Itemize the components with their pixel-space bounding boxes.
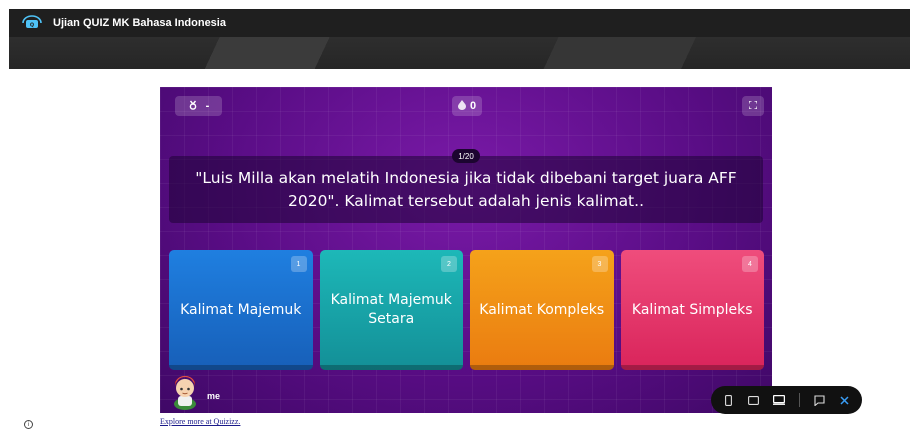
explore-quizizz-link[interactable]: Explore more at Quizizz.: [160, 417, 240, 426]
question-text: "Luis Milla akan melatih Indonesia jika …: [195, 168, 737, 210]
desktop-icon[interactable]: [773, 394, 786, 406]
answer-label: Kalimat Majemuk: [180, 301, 302, 318]
close-icon[interactable]: [839, 394, 850, 406]
info-icon[interactable]: i: [24, 420, 33, 429]
header-decoration: [9, 37, 910, 69]
answer-options: 1 Kalimat Majemuk 2 Kalimat Majemuk Seta…: [169, 250, 764, 370]
tablet-icon[interactable]: [748, 394, 759, 406]
powerups-button[interactable]: -: [175, 96, 222, 116]
answer-label: Kalimat Majemuk Setara: [330, 292, 452, 327]
fullscreen-button[interactable]: [742, 96, 764, 116]
question-box: "Luis Milla akan melatih Indonesia jika …: [169, 156, 763, 223]
player-avatar: [168, 374, 202, 410]
header-bar: Q Ujian QUIZ MK Bahasa Indonesia: [9, 9, 910, 37]
answer-option-4[interactable]: 4 Kalimat Simpleks: [620, 250, 764, 370]
fire-icon: [457, 99, 466, 113]
answer-label: Kalimat Simpleks: [631, 301, 753, 318]
fullscreen-icon: [748, 100, 758, 112]
powerup-icon: [188, 100, 198, 113]
streak-value: 0: [469, 100, 477, 112]
powerups-value: -: [205, 100, 210, 112]
streak-indicator: 0: [452, 96, 482, 116]
answer-label: Kalimat Kompleks: [479, 301, 605, 318]
toolbar-divider: [799, 393, 800, 407]
player-name: me: [207, 391, 221, 401]
feedback-icon[interactable]: [814, 394, 825, 406]
answer-number-badge: 1: [290, 256, 307, 272]
answer-number-badge: 4: [742, 256, 758, 272]
answer-number-badge: 2: [441, 256, 457, 272]
quiz-player: - 0 1/20 "Luis Milla akan melatih Indone…: [160, 87, 772, 413]
header-banner: Q Ujian QUIZ MK Bahasa Indonesia: [9, 9, 910, 69]
mobile-icon[interactable]: [723, 394, 734, 406]
answer-number-badge: 3: [591, 256, 608, 272]
svg-text:Q: Q: [30, 23, 34, 29]
answer-option-3[interactable]: 3 Kalimat Kompleks: [470, 250, 614, 370]
page-title: Ujian QUIZ MK Bahasa Indonesia: [53, 17, 226, 29]
question-counter: 1/20: [452, 149, 480, 163]
answer-option-1[interactable]: 1 Kalimat Majemuk: [169, 250, 313, 370]
quizizz-logo-icon: Q: [19, 13, 45, 33]
answer-option-2[interactable]: 2 Kalimat Majemuk Setara: [319, 250, 463, 370]
device-toolbar: [711, 386, 862, 414]
